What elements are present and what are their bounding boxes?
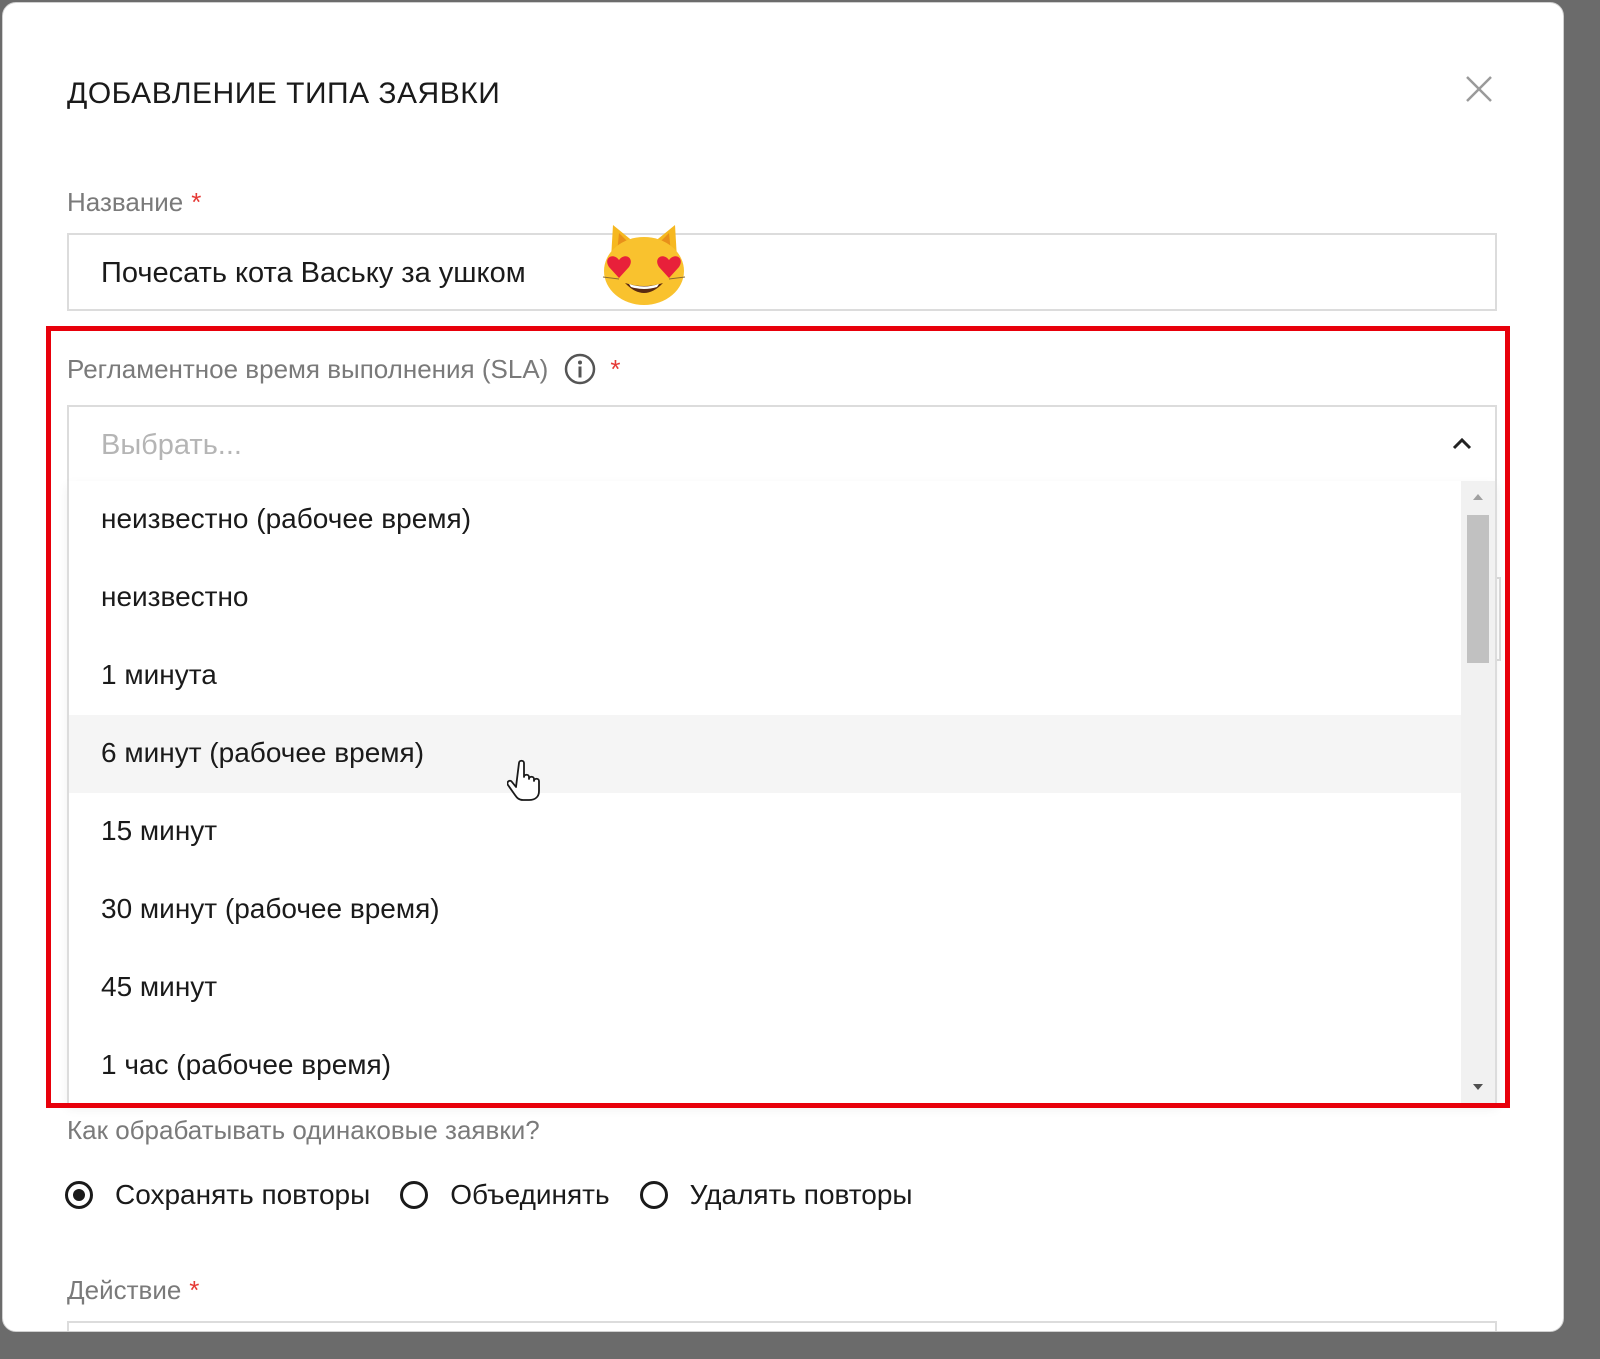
required-mark: *: [189, 1275, 200, 1305]
radio-unchecked-icon[interactable]: [400, 1181, 429, 1209]
required-mark: *: [191, 187, 202, 217]
name-input-value[interactable]: Почесать кота Ваську за ушком: [101, 257, 526, 290]
name-label-text: Название: [67, 187, 184, 217]
radio-delete-duplicates[interactable]: Удалять повторы: [639, 1179, 913, 1211]
sla-option-label: 45 минут: [101, 971, 218, 1002]
scroll-up-arrow-icon[interactable]: [1470, 489, 1486, 505]
radio-merge[interactable]: Объединять: [400, 1179, 610, 1211]
action-label-text: Действие: [67, 1275, 182, 1305]
duplicates-label: Как обрабатывать одинаковые заявки?: [67, 1115, 540, 1145]
sla-select-placeholder: Выбрать...: [101, 429, 242, 461]
radio-checked-icon[interactable]: [65, 1181, 93, 1209]
radio-label[interactable]: Объединять: [450, 1179, 609, 1211]
action-select[interactable]: [67, 1321, 1497, 1331]
dropdown-scrollbar[interactable]: [1461, 481, 1495, 1103]
heart-eyes-cat-icon: [602, 225, 686, 305]
sla-option-label: неизвестно (рабочее время): [101, 503, 472, 534]
sla-option[interactable]: 30 минут (рабочее время): [69, 871, 1461, 949]
sla-option[interactable]: неизвестно: [69, 559, 1461, 637]
info-icon[interactable]: [564, 353, 596, 385]
sla-option-label: 1 час (рабочее время): [101, 1049, 392, 1080]
radio-unchecked-icon[interactable]: [639, 1181, 668, 1209]
sla-option-label: 15 минут: [101, 815, 218, 846]
sla-option[interactable]: неизвестно (рабочее время): [69, 481, 1461, 559]
sla-option[interactable]: 15 минут: [69, 793, 1461, 871]
sla-option-label: неизвестно: [101, 581, 249, 612]
sla-dropdown-list: неизвестно (рабочее время) неизвестно 1 …: [67, 481, 1497, 1105]
sla-option[interactable]: 1 минута: [69, 637, 1461, 715]
hand-pointer-cursor-icon: [507, 759, 540, 801]
sla-option-label: 1 минута: [101, 659, 217, 690]
duplicates-radio-group: Сохранять повторы Объединять Удалять пов…: [65, 1179, 943, 1211]
action-field-label: Действие *: [67, 1275, 199, 1306]
radio-label[interactable]: Удалять повторы: [690, 1179, 913, 1211]
sla-option[interactable]: 1 час (рабочее время): [69, 1027, 1461, 1103]
sla-field-label: Регламентное время выполнения (SLA) *: [67, 353, 620, 385]
close-icon[interactable]: [1459, 69, 1499, 109]
sla-option[interactable]: 45 минут: [69, 949, 1461, 1027]
sla-label-text: Регламентное время выполнения (SLA): [67, 353, 549, 384]
scrollbar-thumb[interactable]: [1467, 515, 1489, 663]
sla-select[interactable]: Выбрать...: [67, 405, 1497, 483]
name-input[interactable]: Почесать кота Ваську за ушком: [67, 233, 1497, 311]
dialog-title: ДОБАВЛЕНИЕ ТИПА ЗАЯВКИ: [67, 77, 501, 110]
sla-option-label: 6 минут (рабочее время): [101, 737, 425, 768]
required-mark: *: [610, 353, 621, 384]
sla-option-label: 30 минут (рабочее время): [101, 893, 440, 924]
chevron-up-icon[interactable]: [1447, 429, 1477, 459]
sla-option-hovered[interactable]: 6 минут (рабочее время): [69, 715, 1461, 793]
name-field-label: Название *: [67, 187, 201, 218]
radio-keep-duplicates[interactable]: Сохранять повторы: [65, 1179, 370, 1211]
close-button[interactable]: [1459, 69, 1499, 109]
radio-label[interactable]: Сохранять повторы: [115, 1179, 370, 1211]
add-request-type-dialog: ДОБАВЛЕНИЕ ТИПА ЗАЯВКИ Название * Почесат…: [2, 2, 1564, 1332]
scroll-down-arrow-icon[interactable]: [1470, 1079, 1486, 1095]
